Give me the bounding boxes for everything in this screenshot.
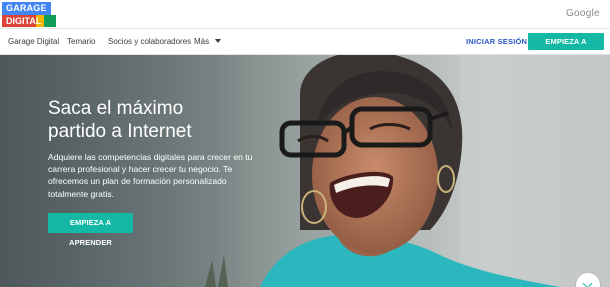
logo-color-stripe: DIGITAL [2,15,56,27]
nav-item-mas-label: Más [194,37,210,46]
hero-title-line-2: partido a Internet [48,121,192,142]
main-nav: Garage Digital Temario Socios y colabora… [0,29,610,63]
nav-item-socios[interactable]: Socios y colaboradores [108,29,191,55]
signin-link[interactable]: INICIAR SESIÓN [466,29,527,55]
garage-digital-logo[interactable]: GARAGE DIGITAL [2,2,56,27]
top-brand-bar: GARAGE DIGITAL Google [0,0,610,29]
nav-item-temario[interactable]: Temario [67,29,95,55]
hero-title-line-1: Saca el máximo [48,98,184,119]
hero-start-learning-button[interactable]: EMPIEZA A APRENDER [48,213,133,247]
chevron-down-icon [582,278,593,287]
google-wordmark[interactable]: Google [566,8,600,19]
nav-item-garage-digital[interactable]: Garage Digital [8,29,59,55]
logo-line-1: GARAGE [2,2,51,15]
nav-item-mas[interactable]: Más [194,29,222,55]
hero-banner: Saca el máximo partido a Internet Adquie… [0,55,610,287]
nav-start-learning-button[interactable]: EMPIEZA A APRENDER [528,33,604,63]
hero-description: Adquiere las competencias digitales para… [48,152,253,199]
hero-title: Saca el máximo partido a Internet [48,97,268,143]
caret-down-icon [215,39,222,43]
logo-line-2: DIGITAL [6,16,42,26]
